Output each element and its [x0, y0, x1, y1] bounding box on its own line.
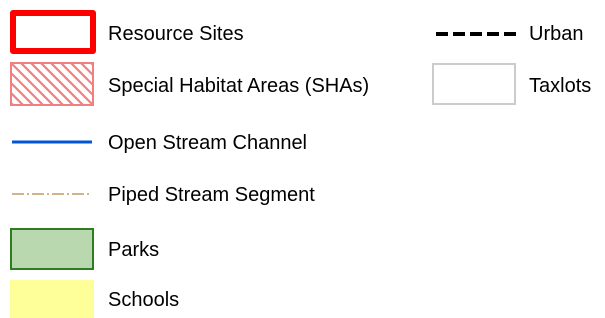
parks-swatch — [10, 228, 94, 270]
parks-label: Parks — [108, 239, 160, 261]
map-legend: Resource Sites Special Habitat Areas (SH… — [0, 0, 605, 318]
open-stream-channel-label: Open Stream Channel — [108, 132, 308, 154]
urban-swatch — [436, 32, 518, 36]
taxlots-swatch — [432, 63, 516, 105]
piped-stream-segment-label: Piped Stream Segment — [108, 184, 315, 206]
resource-sites-label: Resource Sites — [108, 23, 244, 45]
taxlots-label: Taxlots — [529, 75, 592, 97]
piped-stream-segment-swatch — [12, 193, 92, 195]
schools-label: Schools — [108, 289, 180, 311]
resource-sites-swatch — [10, 10, 96, 54]
open-stream-channel-swatch — [12, 140, 92, 144]
special-habitat-areas-label: Special Habitat Areas (SHAs) — [108, 75, 370, 97]
special-habitat-areas-swatch — [10, 62, 94, 106]
urban-label: Urban — [529, 23, 584, 45]
schools-swatch — [10, 280, 94, 318]
